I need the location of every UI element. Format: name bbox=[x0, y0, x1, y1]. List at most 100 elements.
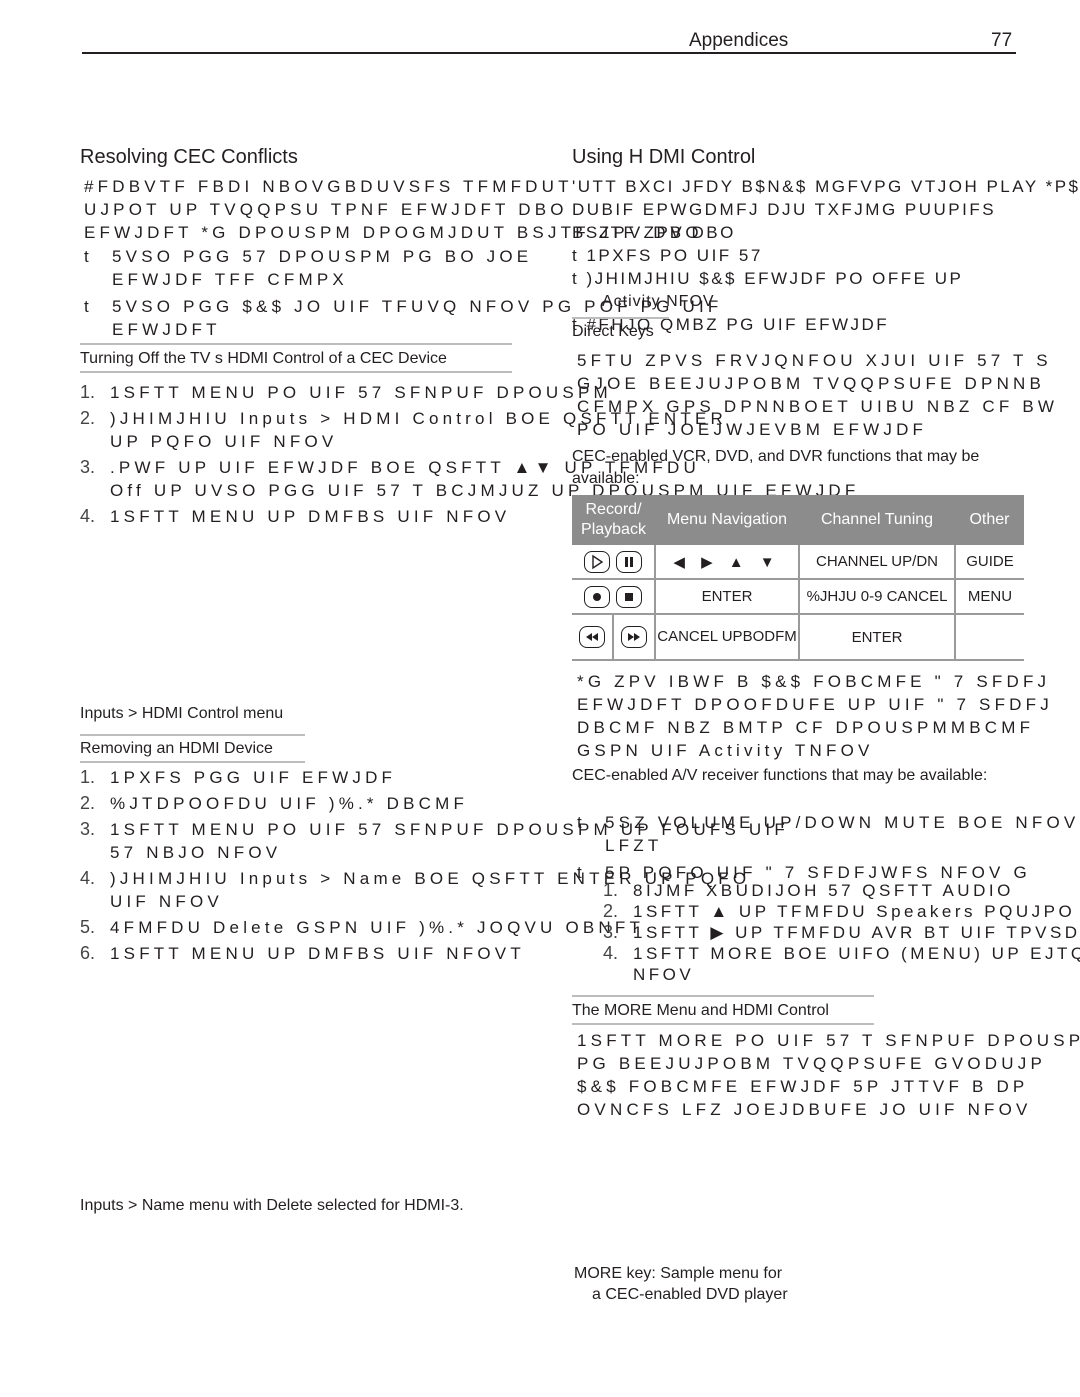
step-item: NFOV bbox=[603, 964, 1080, 985]
intro-line: DUBIF EPWGDMFJ DJU TXFJMG PUUPIFS bbox=[572, 200, 997, 219]
step-number: 5. bbox=[80, 917, 96, 937]
step-number: 4. bbox=[80, 506, 96, 526]
menu-nav-cell: ENTER bbox=[654, 579, 799, 615]
step-item: 2. 1SFTT ▲ UP TFMFDU Speakers PQUJPO EJTQ… bbox=[603, 901, 1080, 922]
body-line: PO UIF JOEJWJEVBM EFWJDF bbox=[577, 420, 928, 439]
bullet-marker: t bbox=[577, 813, 582, 832]
vcr-functions-caption: CEC-enabled VCR, DVD, and DVR functions … bbox=[572, 448, 980, 487]
step-number: 3. bbox=[603, 922, 619, 942]
step-text: NFOV bbox=[633, 965, 695, 984]
intro-line: t 1PXFS PO UIF 57 bbox=[572, 246, 763, 265]
rewind-icon bbox=[578, 626, 605, 648]
bullet-text: LFZT bbox=[605, 836, 663, 855]
section-rule bbox=[572, 1023, 874, 1025]
body-line: GJOE BEEJUJPOBM TVQQPSUFE DPNNB bbox=[577, 374, 1046, 393]
step-number: 1. bbox=[603, 880, 619, 900]
section-rule bbox=[80, 371, 512, 373]
bullet-text: 5VSO PGG 57 DPOUSPM PG BO JOE bbox=[112, 247, 533, 266]
body-line: PG BEEJUJPOBM TVQQPSUFE GVODUJP bbox=[577, 1054, 1047, 1073]
body-line: 1SFTT MORE PO UIF 57 T SFNPUF DPOUSPM bbox=[577, 1031, 1080, 1050]
other-cell: MENU bbox=[954, 579, 1024, 615]
intro-line: BSJTF ZPV DBO bbox=[572, 223, 736, 242]
table-row: CANCEL UPBODFM ENTER bbox=[572, 614, 1024, 661]
section-rule bbox=[572, 995, 874, 997]
step-number: 2. bbox=[603, 901, 619, 921]
intro-line: 'UTT BXCI JFDY B$N&$ MGFVPG VTJOH PLAY *… bbox=[572, 177, 1080, 196]
turning-off-title: Turning Off the TV s HDMI Control of a C… bbox=[80, 350, 447, 367]
channel-cell: ENTER bbox=[798, 614, 955, 661]
body-line: DBCMF NBZ BMTP CF DPOUSPMMBCMF bbox=[577, 718, 1035, 737]
more-menu-text: 1SFTT MORE PO UIF 57 T SFNPUF DPOUSPM PG… bbox=[577, 1029, 1080, 1121]
using-hdmi-intro: 'UTT BXCI JFDY B$N&$ MGFVPG VTJOH PLAY *… bbox=[572, 175, 1080, 336]
body-line: 5FTU ZPVS FRVJQNFOU XJUI UIF 57 T S bbox=[577, 351, 1052, 370]
step-number: 6. bbox=[80, 943, 96, 963]
bullet-marker: t bbox=[577, 863, 582, 882]
step-number: 4. bbox=[80, 868, 96, 888]
record-playback-cell bbox=[572, 545, 655, 580]
step-text: 1SFTT ▲ UP TFMFDU Speakers PQUJPO EJTQMB bbox=[633, 902, 1080, 921]
channel-cell: CHANNEL UP/DN bbox=[798, 545, 955, 580]
table-row: ENTER %JHJU 0-9 CANCEL MENU bbox=[572, 579, 1024, 615]
fast-forward-icon bbox=[620, 626, 647, 648]
intro-line: Activity NFOV bbox=[602, 293, 715, 310]
av-receiver-caption: CEC-enabled A/V receiver functions that … bbox=[572, 767, 988, 784]
step-text: 4FMFDU Delete GSPN UIF )%.* JOQVU OBNFT bbox=[110, 918, 645, 937]
section-rule bbox=[572, 317, 669, 319]
record-playback-cell bbox=[572, 579, 655, 615]
record-playback-cell bbox=[611, 614, 655, 661]
av-receiver-bullets: t5SZ VOLUME UP/DOWN MUTE BOE NFOV OBWJH … bbox=[577, 811, 1080, 884]
using-hdmi-title: Using H DMI Control bbox=[572, 146, 756, 168]
caption-line: a CEC-enabled DVD player bbox=[592, 1286, 788, 1303]
body-line: CFMPX GPS DPNNBOET UIBU NBZ CF BW bbox=[577, 397, 1059, 416]
av-receiver-intro: *G ZPV IBWF B $&$ FOBCMFE " 7 SFDFJ EFWJ… bbox=[577, 670, 1053, 762]
step-text: 1SFTT MENU PO UIF 57 SFNPUF DPOUSPM bbox=[110, 383, 612, 402]
header-menu-navigation: Menu Navigation bbox=[655, 495, 799, 545]
step-number: 1. bbox=[80, 382, 96, 402]
step-text: 1SFTT MENU UP DMFBS UIF NFOV bbox=[110, 507, 511, 526]
step-item: 4. 1SFTT MORE BOE UIFO (MENU) UP EJTQMBZ … bbox=[603, 943, 1080, 964]
header-channel-tuning: Channel Tuning bbox=[799, 495, 955, 545]
menu-nav-arrows: ◀ ▶ ▲ ▼ bbox=[654, 545, 799, 580]
hdmi-control-caption: Inputs > HDMI Control menu bbox=[80, 705, 284, 722]
intro-line: t )JHIMJHIU $&$ EFWJDF PO OFFE UP bbox=[572, 269, 964, 288]
body-line: EFWJDFT DPOOFDUFE UP UIF " 7 SFDFJ bbox=[577, 695, 1053, 714]
direct-keys-table: Record/ Playback Menu Navigation Channel… bbox=[572, 495, 1024, 661]
section-title: Appendices bbox=[689, 30, 789, 51]
step-number: 2. bbox=[80, 793, 96, 813]
step-number: 3. bbox=[80, 457, 96, 477]
bullet-item: t 5SZ VOLUME UP/DOWN MUTE BOE NFOV OBWJH bbox=[577, 811, 1080, 834]
other-cell bbox=[954, 614, 1024, 661]
channel-cell: %JHJU 0-9 CANCEL bbox=[798, 579, 955, 615]
table-header-row: Record/ Playback Menu Navigation Channel… bbox=[572, 495, 1024, 545]
body-line: *G ZPV IBWF B $&$ FOBCMFE " 7 SFDFJ bbox=[577, 672, 1051, 691]
play-icon bbox=[584, 550, 610, 573]
section-rule bbox=[80, 761, 305, 763]
page-number: 77 bbox=[991, 30, 1013, 51]
other-cell: GUIDE bbox=[954, 545, 1024, 580]
body-line: GSPN UIF Activity TNFOV bbox=[577, 741, 874, 760]
caption-line: MORE key: Sample menu for bbox=[574, 1265, 783, 1282]
bullet-marker: t bbox=[84, 297, 89, 316]
direct-keys-title: Direct Keys bbox=[572, 323, 654, 340]
step-text: 1SFTT MENU UP DMFBS UIF NFOVT bbox=[110, 944, 525, 963]
more-key-caption: MORE key: Sample menu for a CEC-enabled … bbox=[574, 1263, 788, 1305]
menu-nav-cell: CANCEL UPBODFM bbox=[654, 614, 799, 661]
record-icon bbox=[584, 585, 610, 608]
step-text: 1PXFS PGG UIF EFWJDF bbox=[110, 768, 397, 787]
more-menu-title: The MORE Menu and HDMI Control bbox=[572, 1002, 829, 1019]
bullet-marker: t bbox=[84, 247, 89, 266]
av-receiver-steps: 1. 8IJMF XBUDIJOH 57 QSFTT AUDIO 2. 1SFTT … bbox=[603, 880, 1080, 985]
section-rule bbox=[80, 734, 305, 736]
step-item: 1. 8IJMF XBUDIJOH 57 QSFTT AUDIO bbox=[603, 880, 1080, 901]
step-text: 1SFTT MORE BOE UIFO (MENU) UP EJTQMBZ UI… bbox=[633, 944, 1080, 963]
bullet-text: 5SZ VOLUME UP/DOWN MUTE BOE NFOV OBWJH bbox=[605, 813, 1080, 832]
header-other: Other bbox=[955, 495, 1024, 545]
step-item: 3. 1SFTT ▶ UP TFMFDU AVR BT UIF TPVSDF bbox=[603, 922, 1080, 943]
stop-icon bbox=[616, 585, 642, 608]
name-menu-caption: Inputs > Name menu with Delete selected … bbox=[80, 1197, 464, 1214]
direct-keys-text: 5FTU ZPVS FRVJQNFOU XJUI UIF 57 T S GJOE… bbox=[577, 349, 1058, 441]
step-number: 1. bbox=[80, 767, 96, 787]
step-text: 8IJMF XBUDIJOH 57 QSFTT AUDIO bbox=[633, 881, 1014, 900]
record-playback-cell bbox=[572, 614, 613, 661]
removing-title: Removing an HDMI Device bbox=[80, 740, 273, 757]
